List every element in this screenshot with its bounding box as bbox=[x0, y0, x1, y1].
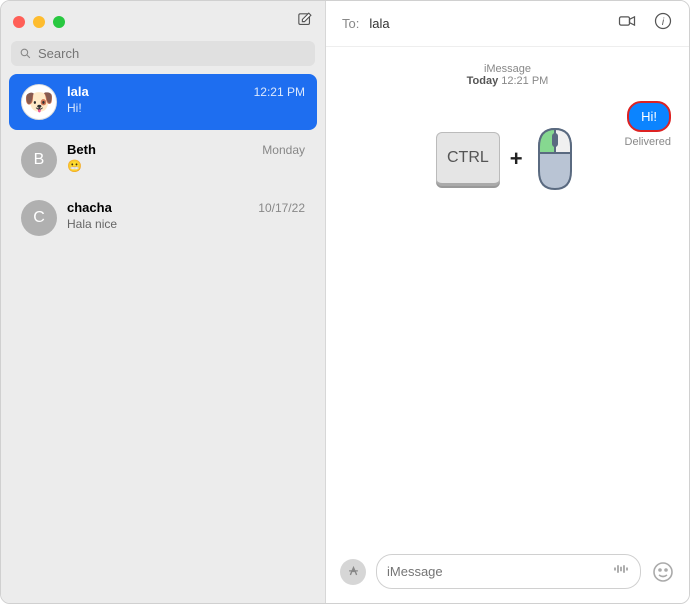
window-controls bbox=[13, 16, 65, 28]
video-icon bbox=[617, 11, 637, 31]
avatar: 🐶 bbox=[21, 84, 57, 120]
to-name: lala bbox=[369, 16, 389, 31]
conversation-preview: 😬 bbox=[67, 159, 305, 173]
compose-button[interactable] bbox=[296, 11, 313, 33]
titlebar bbox=[1, 1, 325, 41]
close-window-button[interactable] bbox=[13, 16, 25, 28]
tutorial-overlay: CTRL + bbox=[436, 127, 577, 191]
waveform-icon bbox=[612, 560, 630, 578]
compose-bar bbox=[326, 544, 689, 603]
app-store-icon bbox=[346, 564, 361, 579]
conversation-item[interactable]: C chacha 10/17/22 Hala nice bbox=[9, 190, 317, 246]
to-label: To: bbox=[342, 16, 359, 31]
svg-text:i: i bbox=[662, 17, 665, 28]
plus-icon: + bbox=[510, 146, 523, 172]
search-input-wrapper[interactable] bbox=[11, 41, 315, 66]
fullscreen-window-button[interactable] bbox=[53, 16, 65, 28]
video-call-button[interactable] bbox=[617, 11, 637, 36]
apps-button[interactable] bbox=[340, 559, 366, 585]
conversation-name: lala bbox=[67, 84, 89, 99]
conversation-name: Beth bbox=[67, 142, 96, 157]
conversation-header: To: lala i bbox=[326, 1, 689, 47]
conversation-item[interactable]: 🐶 lala 12:21 PM Hi! bbox=[9, 74, 317, 130]
mouse-icon bbox=[533, 127, 577, 191]
minimize-window-button[interactable] bbox=[33, 16, 45, 28]
avatar: B bbox=[21, 142, 57, 178]
conversation-pane: To: lala i iMessage Today 12:21 PM Hi! D… bbox=[326, 1, 689, 603]
chat-body: iMessage Today 12:21 PM Hi! Delivered CT… bbox=[326, 47, 689, 544]
message-input-wrapper[interactable] bbox=[376, 554, 641, 589]
conversation-time: 10/17/22 bbox=[258, 201, 305, 215]
search-icon bbox=[19, 47, 32, 60]
conversation-preview: Hala nice bbox=[67, 217, 305, 231]
conversation-list: 🐶 lala 12:21 PM Hi! B Beth Monday 😬 bbox=[1, 74, 325, 603]
conversation-item[interactable]: B Beth Monday 😬 bbox=[9, 132, 317, 188]
voice-message-button[interactable] bbox=[612, 560, 630, 583]
conversation-time: 12:21 PM bbox=[254, 85, 305, 99]
sidebar: 🐶 lala 12:21 PM Hi! B Beth Monday 😬 bbox=[1, 1, 326, 603]
emoji-button[interactable] bbox=[651, 560, 675, 584]
smile-icon bbox=[651, 560, 675, 584]
conversation-preview: Hi! bbox=[67, 101, 305, 115]
search-input[interactable] bbox=[38, 46, 307, 61]
conversation-time: Monday bbox=[262, 143, 305, 157]
info-button[interactable]: i bbox=[653, 11, 673, 36]
chat-timestamp: iMessage Today 12:21 PM bbox=[344, 63, 671, 87]
app-window: 🐶 lala 12:21 PM Hi! B Beth Monday 😬 bbox=[0, 0, 690, 604]
avatar: C bbox=[21, 200, 57, 236]
conversation-name: chacha bbox=[67, 200, 112, 215]
info-icon: i bbox=[653, 11, 673, 31]
ctrl-key-graphic: CTRL bbox=[436, 132, 500, 186]
message-input[interactable] bbox=[387, 564, 604, 579]
message-bubble[interactable]: Hi! bbox=[627, 101, 671, 132]
